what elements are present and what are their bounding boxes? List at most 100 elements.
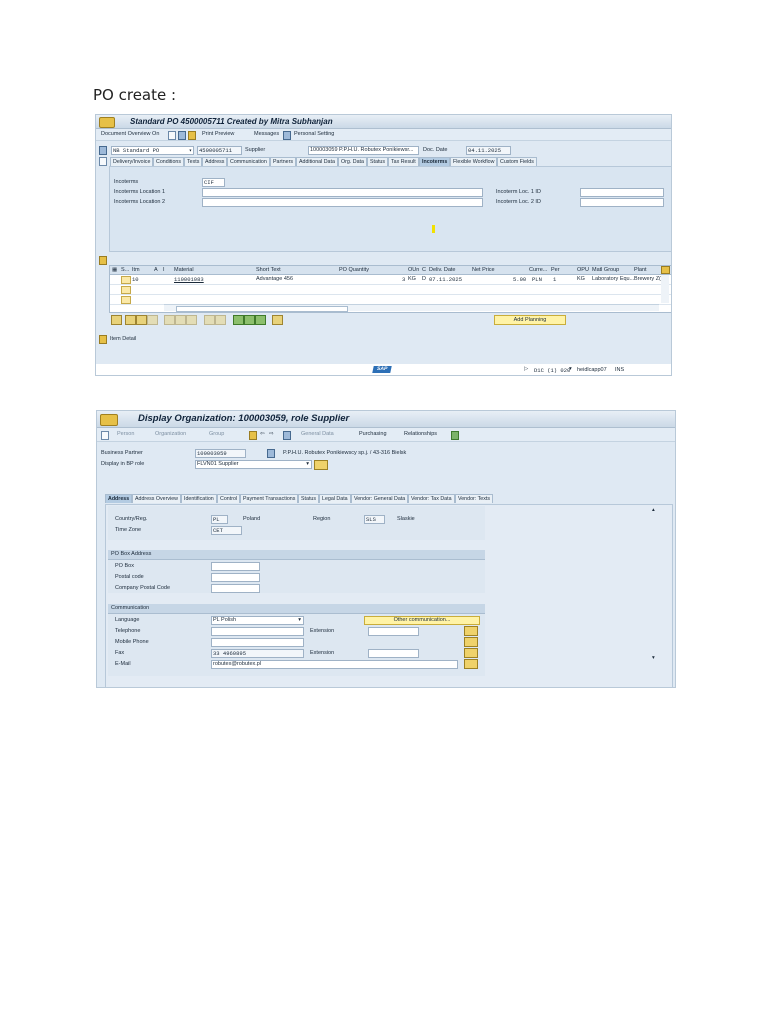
row-selector[interactable] [121,286,131,294]
relationships-button[interactable]: Relationships [404,431,437,437]
person-button[interactable]: Person [117,431,134,437]
tab-tax-result[interactable]: Tax Result [388,157,419,166]
region-code-field[interactable]: SLS [364,515,385,524]
scrollbar-thumb[interactable] [176,306,348,312]
telephone-detail-icon[interactable] [464,626,478,636]
col-header[interactable]: Per [551,267,560,273]
col-header[interactable]: Deliv. Date [429,267,456,273]
col-header[interactable]: S... [121,267,129,273]
sort-descending-icon[interactable] [244,315,255,325]
info-icon[interactable] [283,131,291,140]
hierarchy-icon[interactable] [451,431,459,440]
email-detail-icon[interactable] [464,659,478,669]
item-detail-label[interactable]: Item Detail [110,336,136,342]
mobile-detail-icon[interactable] [464,637,478,647]
language-select[interactable]: PL Polish ▾ [211,616,304,625]
status-play-icon[interactable]: ▷ [524,366,528,372]
back-arrow-icon[interactable]: ⇦ [260,431,265,437]
scroll-up-icon[interactable]: ▴ [652,507,655,513]
edit-icon[interactable] [178,131,186,140]
mobile-phone-field[interactable] [211,638,304,647]
po-box-field[interactable] [211,562,260,571]
tab-address[interactable]: Address [202,157,228,166]
vertical-scrollbar[interactable]: ▴ ▾ [652,507,660,667]
document-overview-button[interactable]: Document Overview On [101,131,159,137]
cart-icon[interactable] [99,146,107,155]
column-config-icon[interactable]: ▦ [112,267,117,273]
col-header[interactable]: A [154,267,158,273]
tab-communication[interactable]: Communication [227,157,270,166]
forward-arrow-icon[interactable]: ⇨ [269,431,274,437]
tab-additional-data[interactable]: Additional Data [296,157,338,166]
email-field[interactable]: robutex@robutex.pl [211,660,458,669]
new-document-icon[interactable] [168,131,176,140]
incoterms-location-1-field[interactable] [202,188,483,197]
col-header[interactable]: OUn [408,267,419,273]
tab-legal-data[interactable]: Legal Data [319,494,351,503]
system-indicator[interactable]: D1C (1) 020 [534,367,570,374]
messages-button[interactable]: Messages [254,131,279,137]
general-data-button[interactable]: General Data [301,431,334,437]
telephone-extension-field[interactable] [368,627,419,636]
sort-ascending-icon[interactable] [233,315,244,325]
display-role-select[interactable]: FLVN01 Supplier ▾ [195,460,312,469]
check-icon[interactable] [314,460,328,470]
col-header[interactable]: Plant [634,267,647,273]
deselect-all-icon[interactable] [215,315,226,325]
tab-vendor-texts[interactable]: Vendor: Texts [455,494,493,503]
group-button[interactable]: Group [209,431,224,437]
tab-conditions[interactable]: Conditions [153,157,185,166]
country-code-field[interactable]: PL [211,515,228,524]
tab-control[interactable]: Control [217,494,241,503]
tab-texts[interactable]: Texts [184,157,203,166]
scroll-down-icon[interactable]: ▾ [652,655,655,661]
company-postal-code-field[interactable] [211,584,260,593]
services-icon[interactable] [272,315,283,325]
print-preview-button[interactable]: Print Preview [202,131,234,137]
row-selector[interactable] [121,276,131,284]
col-header[interactable]: I [163,267,165,273]
purchasing-button[interactable]: Purchasing [359,431,387,437]
deadline-icon[interactable] [186,315,197,325]
fax-extension-field[interactable] [368,649,419,658]
table-row[interactable]: 10 110001083 Advantage 456 3 KG D 07.11.… [110,275,671,285]
sap-menu-icon[interactable] [99,117,115,128]
incoterms-location-2-field[interactable] [202,198,483,207]
tab-delivery-invoice[interactable]: Delivery/Invoice [110,157,154,166]
tab-vendor-tax-data[interactable]: Vendor: Tax Data [408,494,455,503]
tab-identification[interactable]: Identification [181,494,217,503]
supplier-field[interactable]: 100003059 P.P.H.U. Robutex Ponikiewsr... [308,146,419,155]
expand-item-detail-icon[interactable] [99,335,107,344]
glasses-icon[interactable] [283,431,291,440]
doc-date-field[interactable]: 04.11.2025 [466,146,511,155]
tab-org-data[interactable]: Org. Data [338,157,367,166]
unlock-icon[interactable] [175,315,186,325]
tab-status[interactable]: Status [298,494,320,503]
system-dropdown-icon[interactable]: ▾ [569,366,572,372]
material-link[interactable]: 110001083 [174,276,204,283]
po-type-select[interactable]: NB Standard PO ▾ [111,146,194,155]
po-number-field[interactable]: 4500005711 [197,146,242,155]
fax-field[interactable]: 33 4960895 [211,649,304,658]
tab-address[interactable]: Address [105,494,133,503]
select-all-icon[interactable] [204,315,215,325]
row-selector[interactable] [121,296,131,304]
tab-incoterms[interactable]: Incoterms [419,157,451,166]
col-header[interactable]: C [422,267,426,273]
incoterms-field[interactable]: CIF [202,178,225,187]
incoterm-loc-2-id-field[interactable] [580,198,664,207]
collapse-header-icon[interactable] [99,157,107,166]
table-row[interactable] [110,285,671,295]
tab-custom-fields[interactable]: Custom Fields [497,157,537,166]
lock-icon[interactable] [164,315,175,325]
col-header[interactable]: Net Price [472,267,495,273]
col-header[interactable]: PO Quantity [339,267,369,273]
tab-vendor-general-data[interactable]: Vendor: General Data [351,494,409,503]
tab-flexible-workflow[interactable]: Flexible Workflow [450,157,498,166]
delete-icon[interactable] [136,315,147,325]
col-header[interactable]: Matl Group [592,267,619,273]
detail-icon[interactable] [111,315,122,325]
display-icon[interactable] [188,131,196,140]
col-header[interactable]: Short Text [256,267,281,273]
tab-address-overview[interactable]: Address Overview [132,494,181,503]
